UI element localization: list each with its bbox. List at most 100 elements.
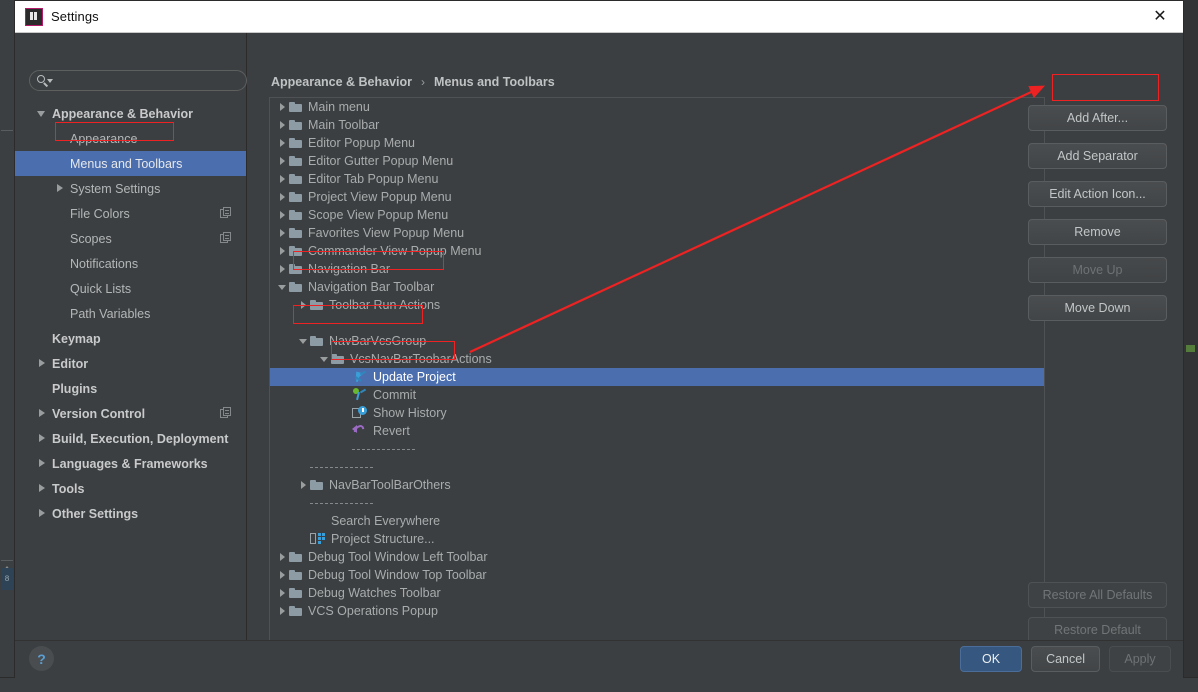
sidebar-item-scopes[interactable]: Scopes [15,226,246,251]
tree-row-navigation-bar-toolbar[interactable]: Navigation Bar Toolbar [270,278,1044,296]
tree-row-project-view-popup-menu[interactable]: Project View Popup Menu [270,188,1044,206]
tree-row-label: Commander View Popup Menu [308,244,482,258]
chevron-down-icon[interactable] [37,108,48,119]
chevron-right-icon[interactable] [298,476,310,494]
sidebar-item-languages-frameworks[interactable]: Languages & Frameworks [15,451,246,476]
tree-row-label: Show History [373,406,447,420]
toolbar-tree-panel[interactable]: Main menu Main Toolbar Editor Popup Menu Ed… [269,97,1045,642]
tree-row-vcsnavbartoobaractions[interactable]: VcsNavBarToobarActions [270,350,1044,368]
chevron-right-icon[interactable] [277,134,289,152]
help-button[interactable]: ? [29,646,54,671]
sidebar-item-version-control[interactable]: Version Control [15,401,246,426]
ok-button[interactable]: OK [960,646,1023,672]
tree-row-toolbar-run-actions[interactable]: Toolbar Run Actions [270,296,1044,314]
sidebar-item-label: File Colors [70,206,130,221]
tree-row-vcs-operations-popup[interactable]: VCS Operations Popup [270,602,1044,620]
copy-icon[interactable] [220,207,232,219]
add-after-button[interactable]: Add After... [1028,105,1167,131]
sidebar-item-path-variables[interactable]: Path Variables [15,301,246,326]
footer-buttons: OK Cancel Apply [960,646,1171,672]
add-separator-button[interactable]: Add Separator [1028,143,1167,169]
sidebar-item-plugins[interactable]: Plugins [15,376,246,401]
sidebar-item-label: Scopes [70,231,112,246]
sidebar-item-label: Path Variables [70,306,151,321]
chevron-right-icon[interactable] [37,458,48,469]
tree-row-scope-view-popup-menu[interactable]: Scope View Popup Menu [270,206,1044,224]
close-icon[interactable]: ✕ [1137,1,1183,32]
tree-row-editor-tab-popup-menu[interactable]: Editor Tab Popup Menu [270,170,1044,188]
tree-row-revert[interactable]: Revert [270,422,1044,440]
sidebar-item-menus-and-toolbars[interactable]: Menus and Toolbars [15,151,246,176]
tree-row-editor-popup-menu[interactable]: Editor Popup Menu [270,134,1044,152]
chevron-right-icon[interactable] [55,183,66,194]
chevron-right-icon[interactable] [277,224,289,242]
tree-row-search-everywhere[interactable]: Search Everywhere [270,512,1044,530]
chevron-right-icon[interactable] [277,98,289,116]
tree-row-main-menu[interactable]: Main menu [270,98,1044,116]
chevron-right-icon[interactable] [277,242,289,260]
chevron-right-icon[interactable] [277,566,289,584]
tree-row-show-history[interactable]: Show History [270,404,1044,422]
breadcrumb-parent[interactable]: Appearance & Behavior [271,75,412,89]
chevron-right-icon[interactable] [37,433,48,444]
sidebar-item-appearance[interactable]: Appearance [15,126,246,151]
tree-row-favorites-view-popup-menu[interactable]: Favorites View Popup Menu [270,224,1044,242]
chevron-right-icon[interactable] [277,548,289,566]
chevron-right-icon[interactable] [277,116,289,134]
chevron-down-icon[interactable] [298,332,310,350]
tree-row-label: Debug Tool Window Top Toolbar [308,568,487,582]
sidebar-item-notifications[interactable]: Notifications [15,251,246,276]
tree-row-navbartoolbarothers[interactable]: NavBarToolBarOthers [270,476,1044,494]
tree-row-navigation-bar[interactable]: Navigation Bar [270,260,1044,278]
tree-row-project-structure[interactable]: Project Structure... [270,530,1044,548]
show-history-icon [352,406,368,420]
chevron-down-icon[interactable] [319,350,331,368]
ide-strip-badge[interactable]: 8 [1,568,13,590]
chevron-right-icon[interactable] [277,260,289,278]
tree-row-commander-view-popup-menu[interactable]: Commander View Popup Menu [270,242,1044,260]
chevron-right-icon[interactable] [37,408,48,419]
remove-button[interactable]: Remove [1028,219,1167,245]
sidebar-item-build-execution-deployment[interactable]: Build, Execution, Deployment [15,426,246,451]
search-box[interactable] [29,70,247,91]
tree-row-update-project[interactable]: Update Project [270,368,1044,386]
copy-icon[interactable] [220,232,232,244]
copy-icon[interactable] [220,407,232,419]
chevron-right-icon[interactable] [37,483,48,494]
sidebar-item-file-colors[interactable]: File Colors [15,201,246,226]
tree-row-navbarvcsgroup[interactable]: NavBarVcsGroup [270,332,1044,350]
chevron-right-icon[interactable] [277,206,289,224]
chevron-right-icon[interactable] [277,188,289,206]
sidebar-item-appearance-behavior[interactable]: Appearance & Behavior [15,101,246,126]
tree-row-debug-watches-toolbar[interactable]: Debug Watches Toolbar [270,584,1044,602]
dialog-title: Settings [51,9,99,24]
tree-row-debug-tool-window-left-toolbar[interactable]: Debug Tool Window Left Toolbar [270,548,1044,566]
project-structure-icon [310,532,326,546]
chevron-right-icon[interactable] [277,602,289,620]
move-down-button[interactable]: Move Down [1028,295,1167,321]
tree-row-main-toolbar[interactable]: Main Toolbar [270,116,1044,134]
sidebar-item-quick-lists[interactable]: Quick Lists [15,276,246,301]
chevron-right-icon[interactable] [37,358,48,369]
tree-row-commit[interactable]: Commit [270,386,1044,404]
edit-action-icon-button[interactable]: Edit Action Icon... [1028,181,1167,207]
folder-icon [289,101,303,113]
search-input[interactable] [53,73,246,88]
chevron-right-icon[interactable] [37,508,48,519]
sidebar-item-other-settings[interactable]: Other Settings [15,501,246,526]
sidebar-item-tools[interactable]: Tools [15,476,246,501]
sidebar-item-editor[interactable]: Editor [15,351,246,376]
chevron-down-icon[interactable] [277,278,289,296]
cancel-button[interactable]: Cancel [1031,646,1100,672]
chevron-right-icon[interactable] [298,296,310,314]
tree-row-debug-tool-window-top-toolbar[interactable]: Debug Tool Window Top Toolbar [270,566,1044,584]
sidebar-item-keymap[interactable]: Keymap [15,326,246,351]
sidebar-item-system-settings[interactable]: System Settings [15,176,246,201]
separator-line [310,458,373,476]
chevron-right-icon[interactable] [277,584,289,602]
tree-row-editor-gutter-popup-menu[interactable]: Editor Gutter Popup Menu [270,152,1044,170]
chevron-right-icon[interactable] [277,152,289,170]
chevron-right-icon[interactable] [277,170,289,188]
